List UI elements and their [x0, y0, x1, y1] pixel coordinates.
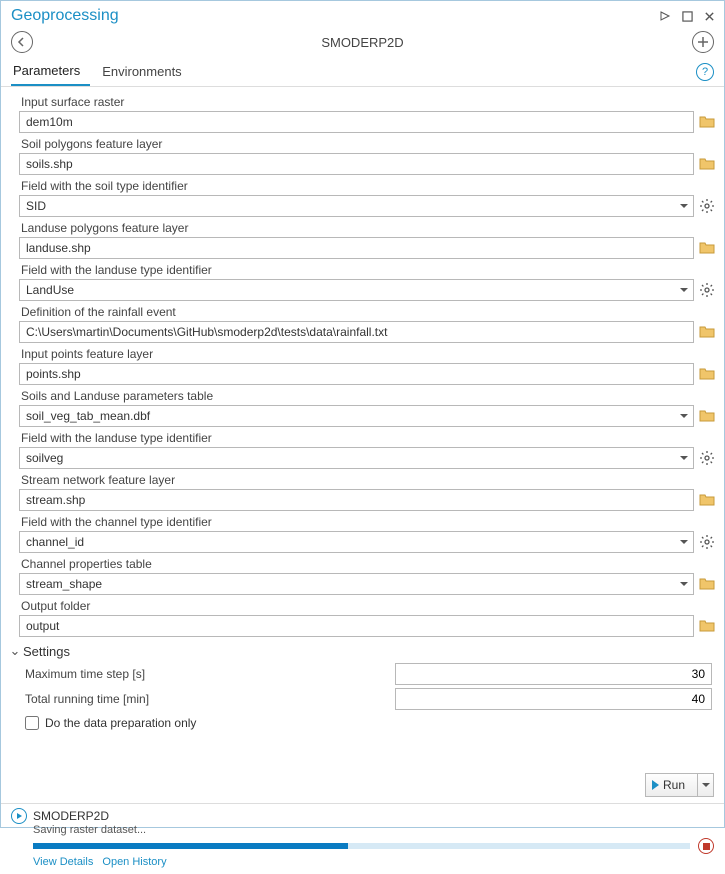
gear-icon[interactable] — [698, 281, 716, 299]
soil-type-field-select[interactable] — [19, 195, 694, 217]
status-links: View Details Open History — [33, 856, 714, 868]
maximize-icon[interactable] — [680, 9, 694, 23]
landuse-polygons-field[interactable] — [19, 237, 694, 259]
help-icon[interactable]: ? — [696, 63, 714, 81]
stream-network-field[interactable] — [19, 489, 694, 511]
param-channel-type-field: Field with the channel type identifier — [19, 515, 716, 553]
browse-folder-icon[interactable] — [698, 617, 716, 635]
close-icon[interactable] — [702, 9, 716, 23]
param-channel-props: Channel properties table — [19, 557, 716, 595]
gear-icon[interactable] — [698, 533, 716, 551]
param-label: Stream network feature layer — [19, 473, 716, 487]
param-soil-polygons: Soil polygons feature layer — [19, 137, 716, 175]
open-history-link[interactable]: Open History — [102, 856, 166, 868]
setting-prep-only: Do the data preparation only — [25, 716, 716, 730]
browse-folder-icon[interactable] — [698, 365, 716, 383]
stop-button[interactable] — [698, 838, 714, 854]
back-button[interactable] — [11, 31, 33, 53]
settings-title: Settings — [23, 644, 70, 659]
setting-max-time-step: Maximum time step [s] — [25, 663, 716, 685]
browse-folder-icon[interactable] — [698, 575, 716, 593]
browse-folder-icon[interactable] — [698, 323, 716, 341]
param-label: Field with the channel type identifier — [19, 515, 716, 529]
soils-landuse-table-select[interactable] — [19, 405, 694, 427]
browse-folder-icon[interactable] — [698, 491, 716, 509]
play-icon — [652, 780, 659, 790]
total-time-input[interactable] — [395, 688, 712, 710]
param-input-surface-raster: Input surface raster — [19, 95, 716, 133]
running-icon — [11, 808, 27, 824]
status-tool-name: SMODERP2D — [33, 809, 109, 823]
run-dropdown[interactable] — [697, 774, 713, 796]
param-label: Field with the landuse type identifier — [19, 431, 716, 445]
tool-name: SMODERP2D — [33, 35, 692, 50]
max-time-step-input[interactable] — [395, 663, 712, 685]
chevron-down-icon: ⌄ — [9, 643, 21, 659]
landuse-type-field2-select[interactable] — [19, 447, 694, 469]
status-message: Saving raster dataset... — [33, 824, 714, 836]
param-landuse-type-field: Field with the landuse type identifier — [19, 263, 716, 301]
param-stream-network: Stream network feature layer — [19, 473, 716, 511]
setting-label: Maximum time step [s] — [25, 667, 395, 681]
param-rainfall-def: Definition of the rainfall event — [19, 305, 716, 343]
status-panel: SMODERP2D Saving raster dataset... View … — [1, 803, 724, 874]
tab-parameters[interactable]: Parameters — [11, 57, 90, 86]
param-label: Channel properties table — [19, 557, 716, 571]
soil-polygons-field[interactable] — [19, 153, 694, 175]
param-landuse-type-field2: Field with the landuse type identifier — [19, 431, 716, 469]
setting-label: Total running time [min] — [25, 692, 395, 706]
param-output-folder: Output folder — [19, 599, 716, 637]
view-details-link[interactable]: View Details — [33, 856, 93, 868]
param-landuse-polygons: Landuse polygons feature layer — [19, 221, 716, 259]
param-label: Soil polygons feature layer — [19, 137, 716, 151]
param-label: Input surface raster — [19, 95, 716, 109]
progress-bar — [33, 843, 690, 849]
setting-total-time: Total running time [min] — [25, 688, 716, 710]
window-controls — [658, 9, 716, 23]
window-title: Geoprocessing — [11, 7, 119, 25]
add-button[interactable] — [692, 31, 714, 53]
param-label: Field with the landuse type identifier — [19, 263, 716, 277]
browse-folder-icon[interactable] — [698, 155, 716, 173]
param-label: Input points feature layer — [19, 347, 716, 361]
param-label: Definition of the rainfall event — [19, 305, 716, 319]
browse-folder-icon[interactable] — [698, 407, 716, 425]
tab-environments[interactable]: Environments — [100, 58, 191, 85]
autohide-icon[interactable] — [658, 9, 672, 23]
toolbar: SMODERP2D — [1, 29, 724, 57]
output-folder-field[interactable] — [19, 615, 694, 637]
browse-folder-icon[interactable] — [698, 239, 716, 257]
channel-props-select[interactable] — [19, 573, 694, 595]
param-label: Output folder — [19, 599, 716, 613]
input-points-field[interactable] — [19, 363, 694, 385]
param-label: Landuse polygons feature layer — [19, 221, 716, 235]
run-label: Run — [663, 778, 685, 792]
tabs: Parameters Environments ? — [1, 57, 724, 87]
param-soils-landuse-table: Soils and Landuse parameters table — [19, 389, 716, 427]
param-soil-type-field: Field with the soil type identifier — [19, 179, 716, 217]
prep-only-checkbox[interactable] — [25, 716, 39, 730]
run-button[interactable]: Run — [645, 773, 714, 797]
param-label: Soils and Landuse parameters table — [19, 389, 716, 403]
settings-header[interactable]: ⌄ Settings — [9, 643, 716, 659]
gear-icon[interactable] — [698, 197, 716, 215]
parameters-content: Input surface raster Soil polygons featu… — [1, 87, 724, 767]
gear-icon[interactable] — [698, 449, 716, 467]
titlebar: Geoprocessing — [1, 1, 724, 29]
channel-type-field-select[interactable] — [19, 531, 694, 553]
run-bar: Run — [1, 767, 724, 803]
browse-folder-icon[interactable] — [698, 113, 716, 131]
landuse-type-field-select[interactable] — [19, 279, 694, 301]
prep-only-label: Do the data preparation only — [45, 716, 196, 730]
rainfall-def-field[interactable] — [19, 321, 694, 343]
param-label: Field with the soil type identifier — [19, 179, 716, 193]
input-surface-raster-field[interactable] — [19, 111, 694, 133]
param-input-points: Input points feature layer — [19, 347, 716, 385]
